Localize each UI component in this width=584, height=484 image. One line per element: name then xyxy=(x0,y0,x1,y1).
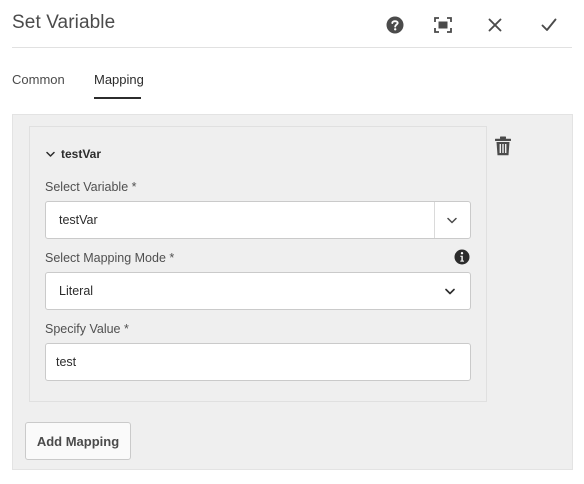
mapping-item-title: testVar xyxy=(61,147,102,161)
combobox-divider xyxy=(434,202,435,238)
select-mapping-mode-label: Select Mapping Mode * xyxy=(45,251,175,265)
fullscreen-button[interactable] xyxy=(430,12,456,38)
info-icon[interactable] xyxy=(454,249,470,265)
mapping-item: testVar Select Variable * testVar Select… xyxy=(29,126,487,402)
chevron-down-icon-wrapper xyxy=(443,284,457,298)
help-button[interactable] xyxy=(382,12,408,38)
select-variable-combobox[interactable]: testVar xyxy=(45,201,471,239)
mapping-item-toggle[interactable]: testVar xyxy=(46,147,101,161)
select-mapping-mode-value: Literal xyxy=(59,284,94,298)
dialog-header: Set Variable xyxy=(0,0,584,48)
select-variable-value: testVar xyxy=(59,213,98,227)
dialog-title: Set Variable xyxy=(12,12,116,33)
chevron-down-icon xyxy=(46,151,55,157)
specify-value-input[interactable]: test xyxy=(45,343,471,381)
add-mapping-button[interactable]: Add Mapping xyxy=(25,422,131,460)
specify-value-label: Specify Value * xyxy=(45,322,129,336)
close-button[interactable] xyxy=(482,12,508,38)
tab-selected-indicator xyxy=(94,97,141,99)
select-variable-dropdown-button[interactable] xyxy=(445,213,459,227)
select-mapping-mode-dropdown[interactable]: Literal xyxy=(45,272,471,310)
tab-common[interactable]: Common xyxy=(12,72,65,87)
help-icon xyxy=(386,16,404,34)
done-button[interactable] xyxy=(536,12,562,38)
trash-icon[interactable] xyxy=(494,136,512,156)
fullscreen-icon xyxy=(434,17,452,33)
chevron-down-icon xyxy=(445,288,455,294)
checkmark-icon xyxy=(541,18,557,31)
specify-value-text: test xyxy=(56,355,77,369)
chevron-down-icon xyxy=(447,217,457,223)
select-variable-label: Select Variable * xyxy=(45,180,137,194)
close-icon xyxy=(488,18,502,32)
tab-mapping[interactable]: Mapping xyxy=(94,72,144,87)
header-divider xyxy=(12,47,572,48)
mapping-panel: testVar Select Variable * testVar Select… xyxy=(12,114,573,470)
